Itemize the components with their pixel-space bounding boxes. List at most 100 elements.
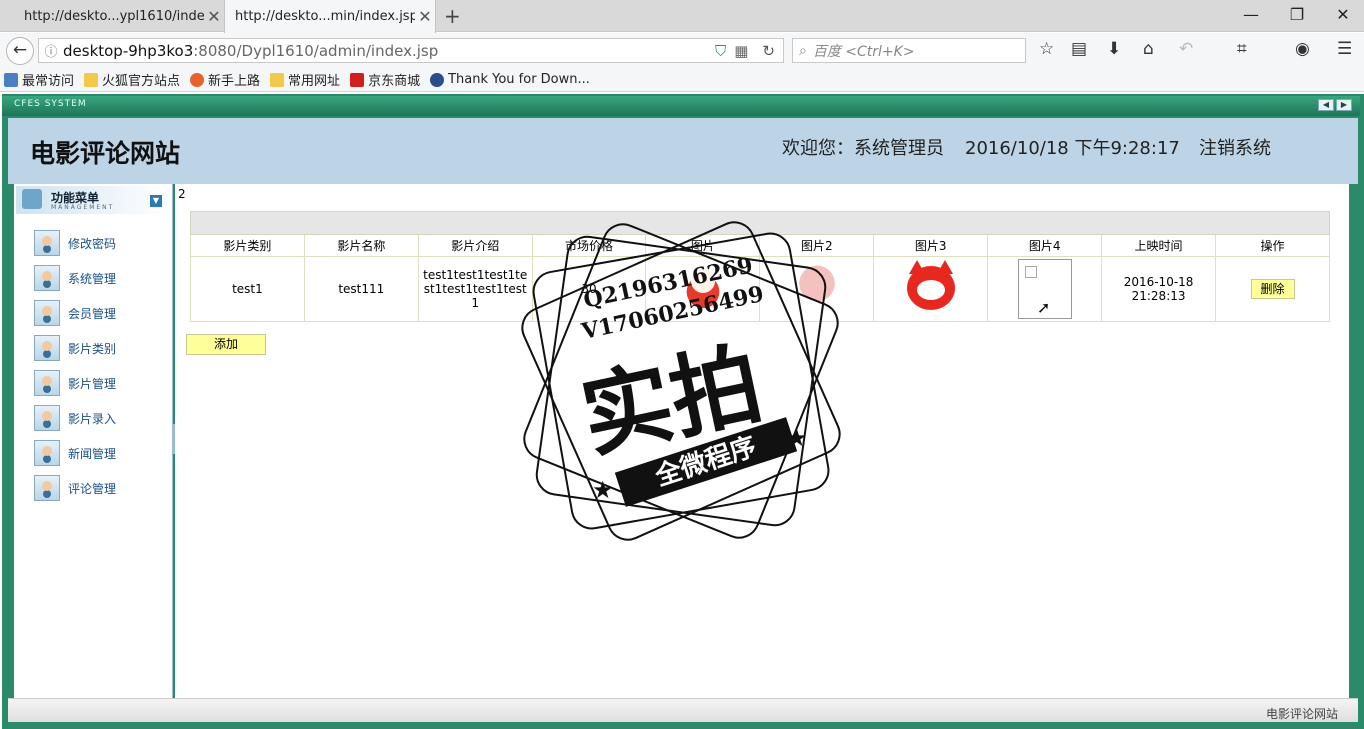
bookmark-star-icon[interactable]: ☆ bbox=[1039, 39, 1054, 59]
close-tab-icon[interactable]: ✕ bbox=[415, 7, 435, 26]
user-icon bbox=[34, 405, 60, 431]
column-header: 市场价格 bbox=[531, 234, 647, 257]
film-table: 影片类别 影片名称 影片介绍 市场价格 图片 图片2 图片3 图片4 上映时间 … bbox=[190, 211, 1330, 322]
bookmark-icon bbox=[4, 72, 18, 87]
menu-header[interactable]: 功能菜单 MANAGEMENT ▼ bbox=[16, 186, 168, 214]
browser-tab-1[interactable]: http://deskto...ypl1610/index ✕ bbox=[14, 0, 224, 32]
frame-arrows: ◀ ▶ bbox=[1316, 99, 1352, 111]
datetime-text: 2016/10/18 下午9:28:17 bbox=[965, 138, 1180, 159]
menu-icon[interactable]: ☰ bbox=[1337, 39, 1352, 59]
sidebar-item-label: 新闻管理 bbox=[68, 446, 117, 461]
mouse-cursor-icon: ➚ bbox=[1037, 298, 1051, 317]
frame-logo: CFES SYSTEM bbox=[14, 99, 87, 109]
user-icon bbox=[34, 440, 60, 466]
bookmark-item[interactable]: 常用网址 bbox=[270, 70, 340, 89]
download-icon[interactable]: ⬇ bbox=[1107, 39, 1121, 59]
info-icon[interactable]: ⓘ bbox=[39, 41, 63, 60]
cell-image2 bbox=[759, 256, 875, 322]
collapse-icon[interactable]: ▼ bbox=[150, 195, 162, 207]
tab-title: http://deskto...ypl1610/index bbox=[24, 8, 204, 24]
cell-action: 删除 bbox=[1215, 256, 1330, 322]
column-header: 影片介绍 bbox=[417, 234, 533, 257]
table-caption-row bbox=[190, 211, 1330, 235]
bookmark-label: 火狐官方站点 bbox=[102, 74, 181, 89]
column-header: 图片4 bbox=[987, 234, 1103, 257]
restore-icon[interactable]: ❐ bbox=[1274, 0, 1320, 32]
url-bar[interactable]: ⓘ desktop-9hp3ko3:8080/Dypl1610/admin/in… bbox=[38, 38, 784, 63]
cell-price: 30 bbox=[531, 256, 647, 322]
prev-arrow-icon[interactable]: ◀ bbox=[1318, 99, 1334, 111]
cell-name: test111 bbox=[303, 256, 419, 322]
sidebar-item-label: 影片录入 bbox=[68, 411, 117, 426]
bookmark-item[interactable]: 新手上路 bbox=[190, 70, 260, 89]
menu-icon bbox=[22, 189, 42, 209]
search-input[interactable]: ⌕ 百度 <Ctrl+K> bbox=[792, 38, 1026, 63]
user-icon bbox=[34, 300, 60, 326]
close-tab-icon[interactable]: ✕ bbox=[204, 7, 224, 26]
user-icon bbox=[34, 370, 60, 396]
table-row: test1 test111 test1test1test1test1test1t… bbox=[190, 256, 1330, 322]
folder-icon bbox=[270, 72, 285, 87]
logout-link[interactable]: 注销系统 bbox=[1199, 134, 1271, 160]
bookmark-label: 常用网址 bbox=[288, 74, 341, 89]
globe-icon bbox=[430, 72, 445, 87]
sidebar: 功能菜单 MANAGEMENT ▼ 修改密码 系统管理 会员管理 影片类别 影片… bbox=[14, 184, 173, 698]
shield-icon[interactable]: ⛉ bbox=[715, 42, 726, 60]
bookmark-item[interactable]: 火狐官方站点 bbox=[84, 70, 180, 89]
bookmark-label: 京东商城 bbox=[368, 74, 421, 89]
bookmark-item[interactable]: Thank You for Down... bbox=[430, 72, 590, 87]
next-arrow-icon[interactable]: ▶ bbox=[1336, 99, 1352, 111]
column-header: 影片类别 bbox=[190, 234, 305, 257]
user-icon bbox=[34, 265, 60, 291]
app-footer: 电影评论网站 bbox=[8, 698, 1358, 722]
browser-nav-bar: ← ⓘ desktop-9hp3ko3:8080/Dypl1610/admin/… bbox=[0, 33, 1364, 68]
close-window-icon[interactable]: ✕ bbox=[1320, 0, 1364, 32]
sidebar-item-change-password[interactable]: 修改密码 bbox=[34, 229, 164, 257]
sidebar-item-label: 会员管理 bbox=[68, 306, 117, 321]
add-button[interactable]: 添加 bbox=[186, 334, 266, 355]
reload-icon[interactable]: ↻ bbox=[762, 42, 775, 60]
user-icon bbox=[34, 335, 60, 361]
cell-intro: test1test1test1test1test1test1test1 bbox=[417, 256, 533, 322]
column-header: 上映时间 bbox=[1101, 234, 1217, 257]
film-image-1 bbox=[676, 261, 729, 317]
qr-icon[interactable]: ▦ bbox=[734, 42, 748, 60]
sidebar-item-film-entry[interactable]: 影片录入 bbox=[34, 404, 164, 432]
bookmark-item[interactable]: 京东商城 bbox=[350, 70, 420, 89]
new-tab-icon[interactable]: + bbox=[444, 4, 461, 28]
film-image-2 bbox=[796, 261, 837, 317]
jd-icon bbox=[350, 72, 365, 87]
sidebar-item-members[interactable]: 会员管理 bbox=[34, 299, 164, 327]
sidebar-item-label: 修改密码 bbox=[68, 236, 117, 251]
sidebar-item-comments[interactable]: 评论管理 bbox=[34, 474, 164, 502]
sidebar-item-label: 评论管理 bbox=[68, 481, 117, 496]
bookmark-label: 新手上路 bbox=[208, 74, 261, 89]
reading-list-icon[interactable]: ▤ bbox=[1071, 39, 1087, 59]
user-icon bbox=[34, 230, 60, 256]
page-number: 2 bbox=[178, 187, 186, 201]
tab-title: http://deskto...min/index.jsp bbox=[235, 9, 415, 24]
user-icon bbox=[34, 475, 60, 501]
bookmark-item[interactable]: 最常访问 bbox=[4, 70, 74, 89]
column-header: 影片名称 bbox=[303, 234, 419, 257]
browser-tab-2[interactable]: http://deskto...min/index.jsp ✕ bbox=[224, 0, 436, 33]
bookmarks-bar: 最常访问 火狐官方站点 新手上路 常用网址 京东商城 Thank You for… bbox=[0, 68, 1364, 92]
sidebar-item-film-manage[interactable]: 影片管理 bbox=[34, 369, 164, 397]
delete-button[interactable]: 删除 bbox=[1250, 279, 1295, 299]
column-header: 操作 bbox=[1215, 234, 1330, 257]
frame-titlebar: CFES SYSTEM ◀ ▶ bbox=[2, 96, 1360, 116]
chat-icon[interactable]: ◉ bbox=[1295, 39, 1310, 59]
sidebar-item-label: 系统管理 bbox=[68, 271, 117, 286]
cell-release: 2016-10-18 21:28:13 bbox=[1101, 256, 1217, 322]
screenshot-icon[interactable]: ⌗ bbox=[1237, 39, 1247, 59]
sidebar-item-system[interactable]: 系统管理 bbox=[34, 264, 164, 292]
home-icon[interactable]: ⌂ bbox=[1143, 39, 1154, 59]
app-header: 电影评论网站 欢迎您：系统管理员 2016/10/18 下午9:28:17 注销… bbox=[8, 118, 1358, 184]
sidebar-item-news[interactable]: 新闻管理 bbox=[34, 439, 164, 467]
search-placeholder: 百度 <Ctrl+K> bbox=[812, 43, 915, 60]
sidebar-item-film-category[interactable]: 影片类别 bbox=[34, 334, 164, 362]
back-icon[interactable]: ← bbox=[6, 37, 34, 65]
sidebar-item-label: 影片类别 bbox=[68, 341, 117, 356]
undo-icon[interactable]: ↶ bbox=[1179, 39, 1193, 59]
minimize-icon[interactable]: — bbox=[1228, 0, 1274, 32]
